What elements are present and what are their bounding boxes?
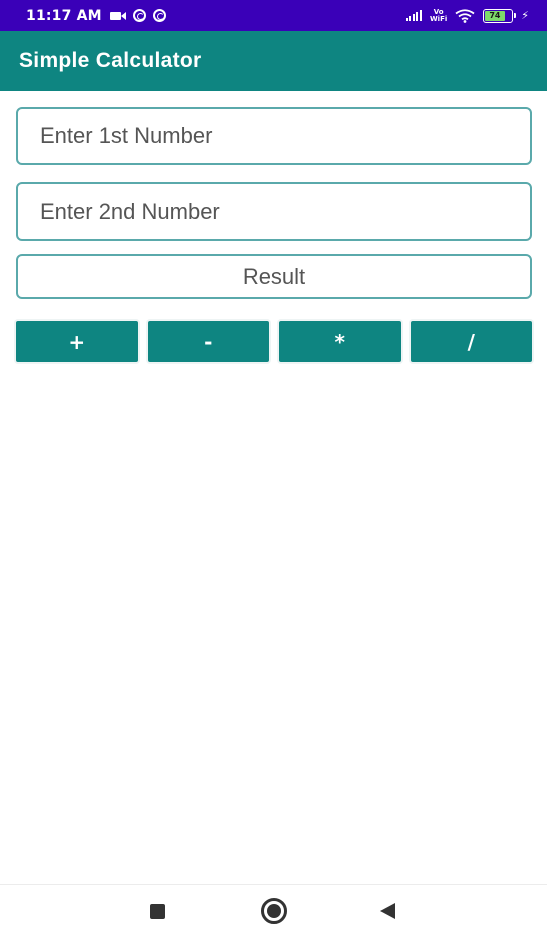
first-number-input[interactable] bbox=[18, 109, 530, 163]
second-number-input[interactable] bbox=[18, 184, 530, 239]
sync-icon bbox=[152, 9, 166, 22]
navigation-bar bbox=[0, 884, 547, 931]
first-number-field bbox=[16, 107, 532, 165]
subtract-button[interactable]: - bbox=[147, 321, 269, 362]
divide-button[interactable]: / bbox=[410, 321, 532, 362]
second-number-field bbox=[16, 182, 532, 241]
status-left-icons bbox=[109, 9, 166, 22]
home-icon[interactable] bbox=[261, 898, 287, 924]
wifi-icon bbox=[455, 8, 475, 23]
status-bar: 11:17 AM Vo WiFi 74 ⚡ bbox=[0, 0, 547, 31]
volte-label-bottom: WiFi bbox=[429, 14, 448, 23]
app-bar: Simple Calculator bbox=[0, 31, 547, 91]
add-button[interactable]: + bbox=[16, 321, 138, 362]
sync-icon bbox=[132, 9, 146, 22]
charging-icon: ⚡ bbox=[521, 9, 529, 22]
recents-icon[interactable] bbox=[150, 904, 165, 919]
operation-buttons: + - * / bbox=[16, 321, 532, 362]
result-label: Result bbox=[242, 263, 306, 289]
status-right-icons: Vo WiFi 74 ⚡ bbox=[405, 8, 529, 23]
battery-level: 74 bbox=[489, 11, 501, 20]
multiply-button[interactable]: * bbox=[279, 321, 401, 362]
back-icon[interactable] bbox=[380, 903, 395, 919]
video-icon bbox=[109, 11, 126, 21]
status-time: 11:17 AM bbox=[26, 7, 102, 24]
result-display: Result bbox=[16, 254, 532, 299]
volte-icon: Vo WiFi bbox=[429, 8, 448, 23]
signal-icon bbox=[405, 10, 422, 21]
battery-icon: 74 bbox=[483, 8, 517, 23]
app-title: Simple Calculator bbox=[19, 49, 202, 72]
